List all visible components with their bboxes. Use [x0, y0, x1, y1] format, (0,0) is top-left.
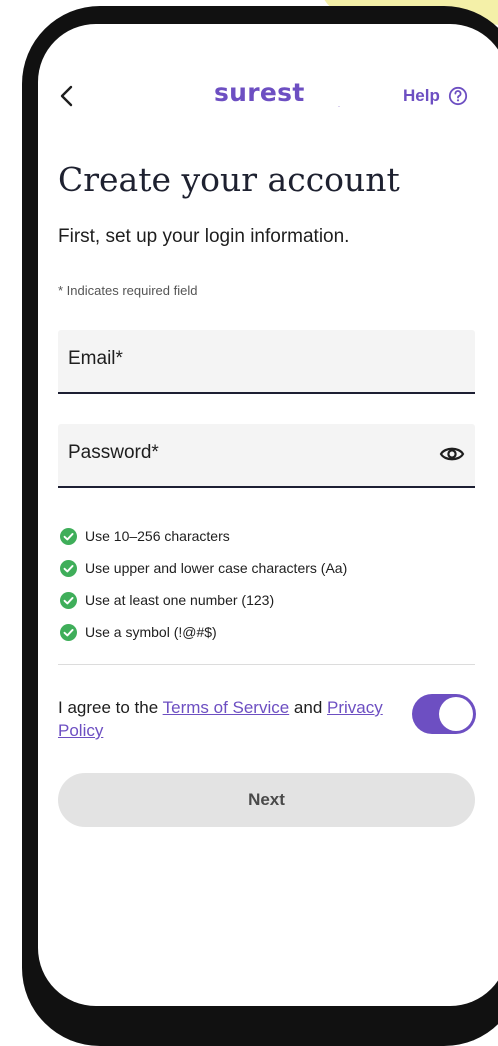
check-circle-icon: [60, 559, 77, 577]
next-button[interactable]: Next: [58, 773, 475, 827]
phone-screen: surest – Help Create your account First,…: [38, 24, 498, 1006]
app-header: surest – Help: [38, 76, 498, 116]
password-rule-text: Use at least one number (123): [85, 592, 275, 608]
page-title: Create your account: [58, 160, 400, 199]
eye-icon[interactable]: [439, 444, 465, 464]
password-rule: Use upper and lower case characters (Aa): [60, 552, 347, 584]
email-field[interactable]: Email*: [58, 330, 475, 394]
question-circle-icon: [448, 86, 467, 106]
agreement-middle: and: [289, 698, 328, 717]
password-label: Password*: [68, 442, 159, 463]
password-rule: Use a symbol (!@#$): [60, 616, 347, 648]
password-rule: Use at least one number (123): [60, 584, 347, 616]
password-rule-text: Use a symbol (!@#$): [85, 624, 217, 640]
chevron-left-icon[interactable]: [56, 84, 80, 108]
check-circle-icon: [60, 527, 77, 545]
agreement-prefix: I agree to the: [58, 698, 163, 717]
help-button[interactable]: Help: [403, 84, 468, 108]
terms-agreement-toggle[interactable]: [412, 694, 476, 734]
password-field[interactable]: Password*: [58, 424, 475, 488]
terms-of-service-link[interactable]: Terms of Service: [163, 698, 290, 717]
check-circle-icon: [60, 591, 77, 609]
password-rule: Use 10–256 characters: [60, 520, 347, 552]
logo-trademark: –: [338, 104, 340, 109]
toggle-knob: [439, 697, 473, 731]
help-label: Help: [403, 86, 440, 105]
surest-logo: surest: [214, 78, 305, 107]
page-subtitle: First, set up your login information.: [58, 226, 350, 247]
password-rules-list: Use 10–256 characters Use upper and lowe…: [60, 520, 347, 648]
password-rule-text: Use upper and lower case characters (Aa): [85, 560, 348, 576]
required-field-note: * Indicates required field: [58, 283, 198, 298]
section-divider: [58, 664, 475, 665]
terms-agreement-text: I agree to the Terms of Service and Priv…: [58, 696, 408, 742]
email-label: Email*: [68, 348, 123, 369]
password-rule-text: Use 10–256 characters: [85, 528, 230, 544]
check-circle-icon: [60, 623, 77, 641]
